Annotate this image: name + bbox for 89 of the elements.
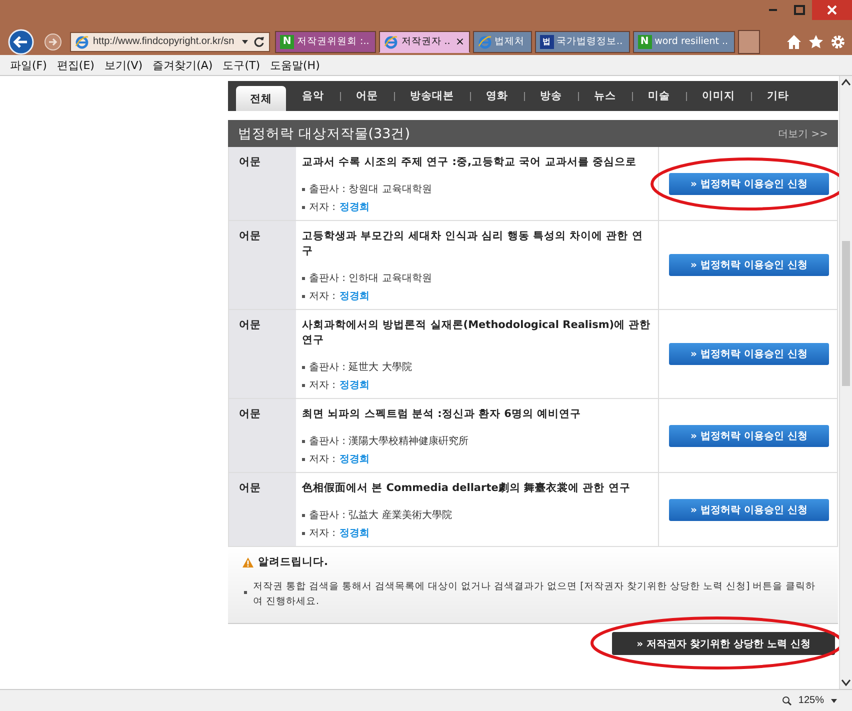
menu-item[interactable]: 파일(F) <box>10 58 47 72</box>
type-cell: 어문 <box>229 147 296 220</box>
bullet-icon <box>302 532 305 534</box>
browser-tab[interactable]: 법제처 <box>472 30 532 52</box>
bullet-icon <box>302 206 305 208</box>
type-cell: 어문 <box>229 221 296 309</box>
result-title[interactable]: 교과서 수록 시조의 주제 연구 :중,고등학교 국어 교과서를 중심으로 <box>302 155 652 170</box>
site-logo-icon: N <box>638 34 652 48</box>
category-tab[interactable]: 이미지 <box>686 81 751 111</box>
menu-item[interactable]: 편집(E) <box>56 58 94 72</box>
ie-logo-icon <box>384 34 398 48</box>
minimize-icon <box>769 9 777 11</box>
close-icon <box>827 5 837 15</box>
category-tab[interactable]: 어문 <box>340 81 394 111</box>
dropdown-icon <box>241 38 249 46</box>
dropdown-icon[interactable] <box>830 696 838 704</box>
permission-request-button[interactable]: » 법정허락 이용승인 신청 <box>669 172 829 194</box>
refresh-icon <box>253 36 265 48</box>
permission-request-button[interactable]: » 법정허락 이용승인 신청 <box>669 254 829 276</box>
category-tab[interactable]: 뉴스 <box>578 81 632 111</box>
result-title[interactable]: 최면 뇌파의 스펙트럼 분석 :정신과 환자 6명의 예비연구 <box>302 407 652 422</box>
scrollbar-thumb[interactable] <box>842 241 850 386</box>
close-button[interactable] <box>812 0 852 20</box>
permission-request-button[interactable]: » 법정허락 이용승인 신청 <box>669 343 829 365</box>
bullet-icon <box>302 366 305 368</box>
menu-item[interactable]: 도움말(H) <box>270 58 320 72</box>
publisher-text: 출판사 : 延世大 大學院 <box>309 360 412 374</box>
tab-close-button[interactable]: × <box>455 35 465 48</box>
notice-text: 저작권 통합 검색을 통해서 검색목록에 대상이 없거나 검색결과가 없으면 [저작권자 찾기위한 상당한 노력 신청] 버튼을 클릭하여 진행하세요. <box>253 580 817 609</box>
favorites-icon[interactable] <box>808 34 824 50</box>
bullet-icon <box>302 384 305 386</box>
ie-logo-icon <box>75 34 89 48</box>
forward-button[interactable] <box>43 32 63 52</box>
ie-logo-icon <box>478 34 492 48</box>
publisher-text: 출판사 : 창원대 교육대학원 <box>309 183 432 196</box>
scroll-down-icon[interactable] <box>841 679 851 687</box>
zoom-level[interactable]: 125% <box>798 695 824 706</box>
site-logo-icon: N <box>280 34 294 48</box>
author-label: 저자 : <box>309 201 336 214</box>
settings-icon[interactable] <box>830 34 846 50</box>
notice-title: 알려드립니다. <box>258 555 328 569</box>
bullet-icon <box>302 458 305 460</box>
author-label: 저자 : <box>309 453 336 466</box>
site-logo-icon: 법 <box>540 34 554 48</box>
bullet-icon <box>302 276 305 280</box>
address-field[interactable]: http://www.findcopyright.or.kr/sn <box>70 32 270 52</box>
bullet-icon <box>302 514 305 516</box>
result-title[interactable]: 사회과학에서의 방법론적 실재론(Methodological Realism)에 관한 연구 <box>302 318 652 348</box>
publisher-text: 출판사 : 漢陽大學校精神健康硏究所 <box>309 434 469 448</box>
section-title: 법정허락 대상저작물(33건) <box>238 124 410 142</box>
category-tab[interactable]: 기타 <box>751 81 805 111</box>
menu-item[interactable]: 보기(V) <box>104 58 143 72</box>
permission-request-button[interactable]: » 법정허락 이용승인 신청 <box>669 424 829 446</box>
result-title[interactable]: 色相假面에서 본 Commedia dellarte劇의 舞臺衣裳에 관한 연구 <box>302 481 652 496</box>
zoom-icon <box>782 696 792 706</box>
menu-item[interactable]: 즐겨찾기(A) <box>152 58 213 72</box>
warning-icon <box>242 556 254 568</box>
more-link[interactable]: 더보기 >> <box>778 126 828 140</box>
author-label: 저자 : <box>309 527 336 540</box>
publisher-text: 출판사 : 弘益大 産業美術大學院 <box>309 508 452 522</box>
category-tab[interactable]: 방송 <box>524 81 578 111</box>
bullet-icon <box>244 591 247 594</box>
bullet-icon <box>302 188 305 190</box>
browser-tab[interactable]: 저작권자 .. × <box>379 30 470 52</box>
category-tab[interactable]: 미술 <box>632 81 686 111</box>
browser-tab[interactable]: N 저작권위원회 :.. <box>275 30 376 52</box>
effort-request-button[interactable]: » 저작권자 찾기위한 상당한 노력 신청 <box>612 632 835 655</box>
type-cell: 어문 <box>229 399 296 472</box>
maximize-icon <box>794 5 804 15</box>
category-tab[interactable]: 영화 <box>470 81 524 111</box>
scrollbar[interactable] <box>839 76 852 689</box>
browser-tab[interactable]: 법 국가법령정보.. <box>534 30 630 52</box>
type-cell: 어문 <box>229 310 296 398</box>
category-tab[interactable]: 전체 <box>236 86 286 111</box>
permission-request-button[interactable]: » 법정허락 이용승인 신청 <box>669 498 829 520</box>
bullet-icon <box>302 294 305 298</box>
type-cell: 어문 <box>229 473 296 546</box>
category-tab[interactable]: 음악 <box>286 81 340 111</box>
scroll-up-icon[interactable] <box>841 78 851 86</box>
browser-tab[interactable]: N word resilient .. <box>632 30 736 52</box>
new-tab-button[interactable] <box>738 30 760 54</box>
result-title[interactable]: 고등학생과 부모간의 세대차 인식과 심리 행동 특성의 차이에 관한 연구 <box>302 229 652 259</box>
home-icon[interactable] <box>786 34 802 50</box>
category-tab[interactable]: 방송대본 <box>394 81 470 111</box>
author-label: 저자 : <box>309 379 336 392</box>
publisher-text: 출판사 : 인하대 교육대학원 <box>309 272 432 285</box>
bullet-icon <box>302 440 305 442</box>
menu-item[interactable]: 도구(T) <box>222 58 260 72</box>
author-label: 저자 : <box>309 290 336 303</box>
